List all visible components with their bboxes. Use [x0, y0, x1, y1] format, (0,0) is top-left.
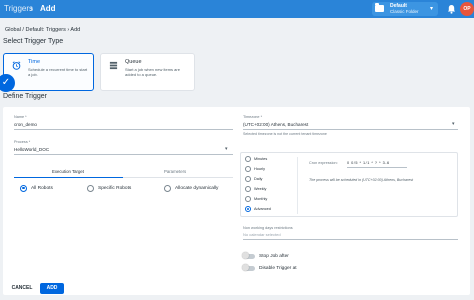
trigger-type-time-card[interactable]: Time Schedule a recurrent time to start …	[3, 53, 94, 91]
timezone-select[interactable]: (UTC+02:00) Athens, Bucharest	[243, 122, 308, 127]
name-input[interactable]: cron_demo	[14, 122, 37, 127]
breadcrumb-triggers-link[interactable]: Triggers	[4, 4, 33, 13]
radio-label: Minutes	[254, 157, 268, 161]
radio-button[interactable]	[245, 186, 251, 192]
radio-button[interactable]	[245, 176, 251, 182]
radio-label: Specific Robots	[98, 185, 132, 191]
calendar-select-underline	[243, 239, 458, 240]
execution-tabs: Execution Target Parameters	[14, 168, 233, 178]
tab-execution-target[interactable]: Execution Target	[52, 169, 84, 174]
avatar[interactable]: OP	[460, 2, 474, 16]
radio-specific-robots[interactable]: Specific Robots	[87, 183, 131, 193]
frequency-daily[interactable]: Daily	[245, 175, 262, 183]
disable-trigger-toggle[interactable]	[242, 264, 255, 271]
trigger-type-description: Start a job when new items are added to …	[125, 67, 180, 77]
frequency-divider	[297, 157, 298, 214]
timezone-label: Timezone *	[243, 115, 263, 119]
radio-button[interactable]	[245, 156, 251, 162]
cron-expression-label: Cron expression:	[309, 161, 338, 165]
trigger-type-description: Schedule a recurrent time to start a job…	[28, 67, 88, 77]
frequency-hourly[interactable]: Hourly	[245, 165, 265, 173]
breadcrumb: Global / Default: Triggers › Add	[5, 27, 81, 33]
top-app-bar: Triggers › Add Default Classic Folder ▾ …	[0, 0, 474, 18]
nonworking-days-label: Non working days restrictions	[243, 226, 293, 230]
frequency-monthly[interactable]: Monthly	[245, 195, 267, 203]
radio-label: Advanced	[254, 207, 271, 211]
name-label: Name *	[14, 115, 27, 119]
bell-icon[interactable]	[447, 4, 456, 14]
chevron-down-icon[interactable]: ▾	[225, 146, 228, 152]
radio-button[interactable]	[164, 184, 171, 192]
stop-job-after-toggle[interactable]	[242, 252, 255, 259]
schedule-note: The process will be scheduled in (UTC+02…	[309, 178, 414, 182]
radio-all-robots[interactable]: All Robots	[20, 183, 53, 193]
active-tab-indicator	[14, 177, 123, 178]
process-select[interactable]: HelloWorld_DOC	[14, 147, 49, 152]
chevron-down-icon: ▾	[430, 6, 434, 12]
process-select-underline	[14, 154, 233, 155]
toggle-label: Disable Trigger at	[259, 265, 297, 271]
folder-selector[interactable]: Default Classic Folder ▾	[372, 2, 438, 16]
radio-label: Hourly	[254, 167, 265, 171]
radio-allocate-dynamically[interactable]: Allocate dynamically	[164, 183, 218, 193]
trigger-type-queue-card[interactable]: Queue Start a job when new items are add…	[100, 53, 195, 91]
disable-trigger-toggle-row[interactable]: Disable Trigger at	[242, 264, 297, 272]
toggle-label: Stop Job after	[259, 253, 289, 259]
radio-button[interactable]	[245, 166, 251, 172]
radio-label: Daily	[254, 177, 263, 181]
calendar-select[interactable]: No calendar selected	[243, 232, 281, 237]
timezone-hint: Selected timezone is not the current ten…	[243, 132, 327, 136]
radio-button[interactable]	[245, 196, 251, 202]
page-title: Add	[40, 4, 56, 13]
define-trigger-heading: Define Trigger	[3, 93, 47, 100]
chevron-right-icon: ›	[30, 3, 33, 13]
trigger-type-title: Queue	[125, 59, 142, 65]
radio-label: Monthly	[254, 197, 268, 201]
folder-icon	[375, 3, 384, 12]
trigger-type-title: Time	[28, 59, 41, 65]
cron-input-underline	[347, 167, 407, 168]
folder-type: Classic Folder	[390, 9, 419, 14]
frequency-advanced[interactable]: Advanced	[245, 205, 271, 213]
radio-label: Weekly	[254, 187, 267, 191]
radio-label: Allocate dynamically	[175, 185, 219, 191]
alarm-clock-icon	[12, 61, 21, 70]
add-button[interactable]: ADD	[40, 283, 64, 294]
radio-button[interactable]	[87, 184, 94, 192]
select-trigger-type-heading: Select Trigger Type	[3, 38, 64, 45]
chevron-down-icon[interactable]: ▾	[452, 121, 455, 127]
queue-icon	[109, 61, 118, 70]
cron-expression-input[interactable]: 0 0/5 * 1/1 * ? * 3-6	[347, 161, 390, 165]
schedule-frequency-box: Minutes Hourly Daily Weekly Monthly Adva…	[240, 152, 458, 217]
stop-job-after-toggle-row[interactable]: Stop Job after	[242, 252, 289, 260]
frequency-weekly[interactable]: Weekly	[245, 185, 266, 193]
name-input-underline	[14, 129, 233, 130]
tab-parameters[interactable]: Parameters	[164, 169, 186, 174]
frequency-minutes[interactable]: Minutes	[245, 155, 267, 163]
radio-button[interactable]	[245, 206, 251, 212]
process-label: Process *	[14, 140, 31, 144]
cancel-button[interactable]: CANCEL	[8, 283, 36, 294]
timezone-select-underline	[243, 129, 458, 130]
radio-label: All Robots	[31, 185, 53, 191]
radio-button[interactable]	[20, 184, 27, 192]
